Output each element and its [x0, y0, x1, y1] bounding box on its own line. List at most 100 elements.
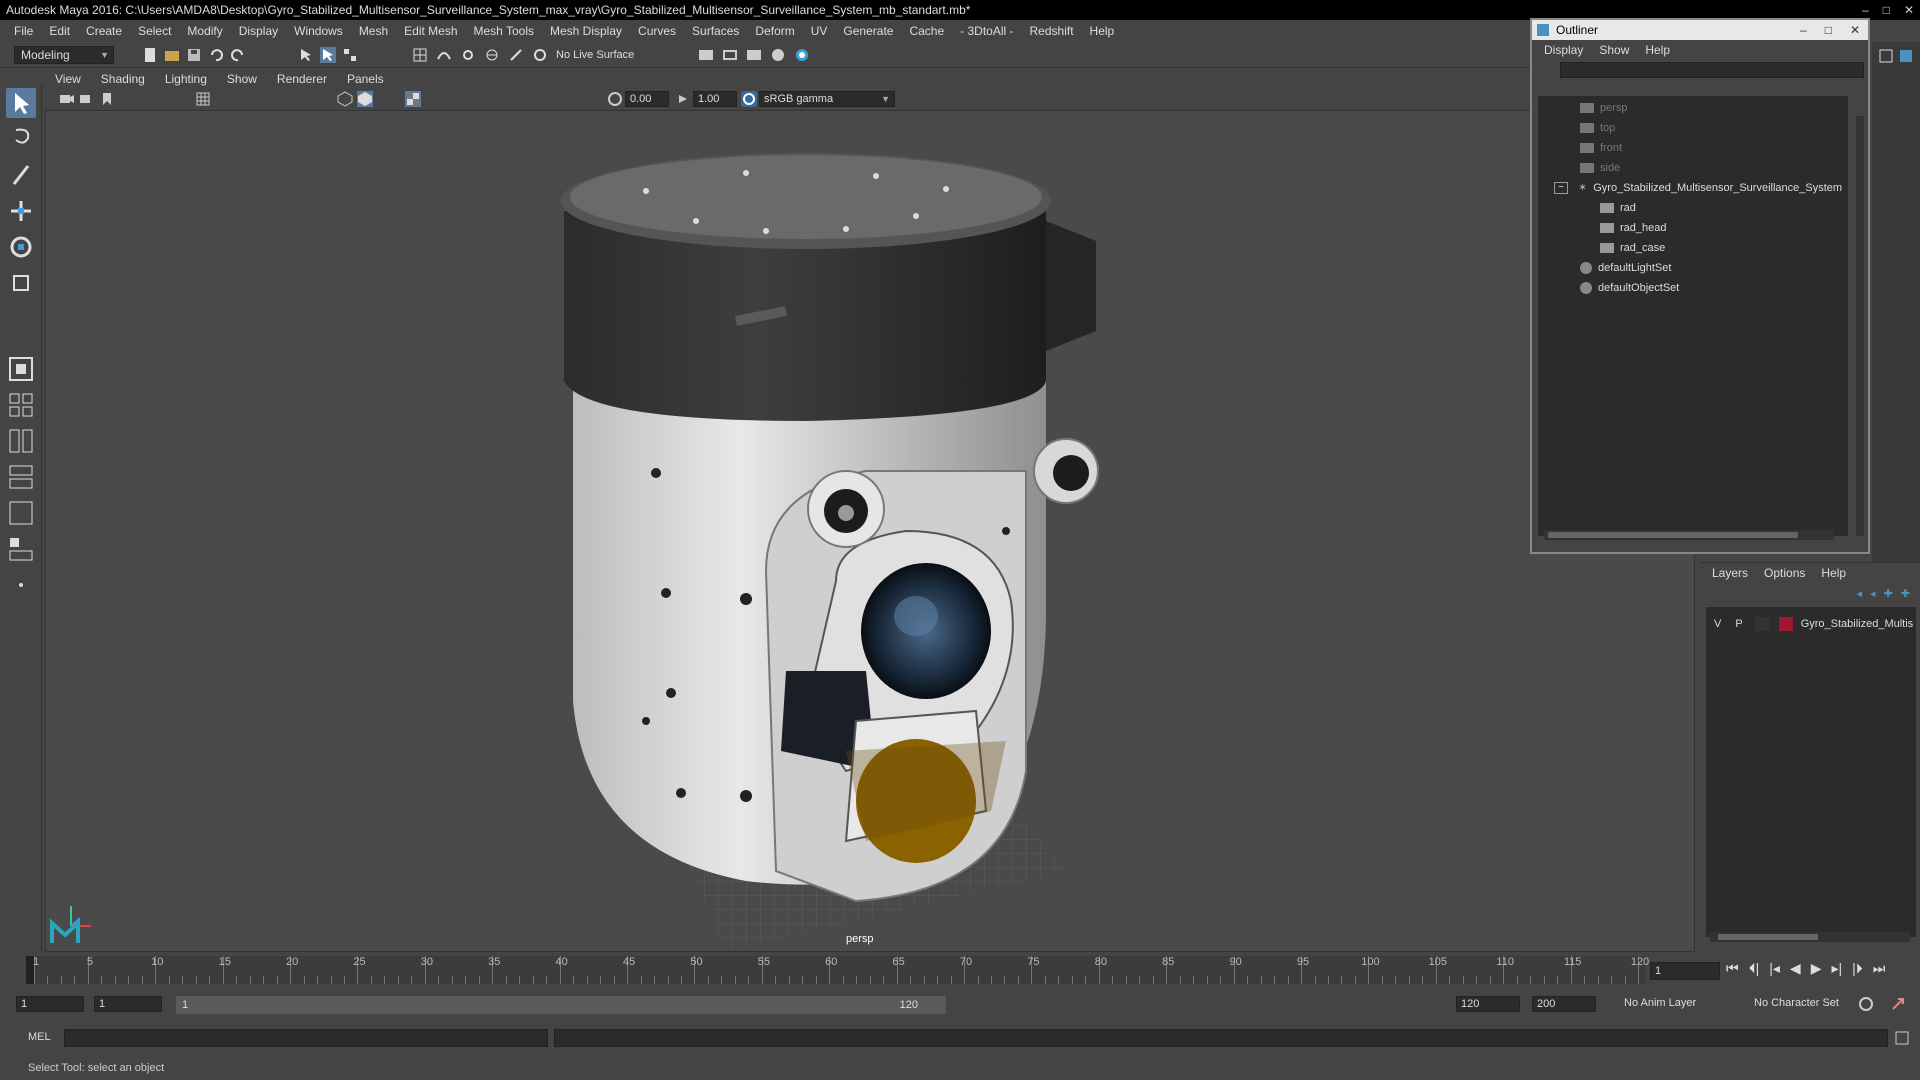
menu-generate[interactable]: Generate	[835, 24, 901, 38]
gamma-icon[interactable]	[675, 91, 691, 107]
panel-menu-panels[interactable]: Panels	[337, 72, 394, 86]
layer-menu-layers[interactable]: Layers	[1704, 566, 1756, 580]
tree-item-rad-case[interactable]: rad_case	[1600, 238, 1665, 258]
graph-pane-icon[interactable]	[6, 498, 36, 528]
menu-windows[interactable]: Windows	[286, 24, 351, 38]
script-editor-icon[interactable]	[1894, 1030, 1910, 1046]
scroll-thumb[interactable]	[1548, 532, 1798, 538]
layer-horizontal-scrollbar[interactable]	[1710, 932, 1910, 942]
layer-color-swatch[interactable]	[1778, 617, 1793, 631]
auto-key-icon[interactable]	[1858, 996, 1874, 1012]
two-pane-icon[interactable]	[6, 426, 36, 456]
textured-icon[interactable]	[405, 91, 421, 107]
time-ruler[interactable]: 1 5 10 15 20 25 30 35 40 45 50 55 60 65 70 75 80 85 90 95 10…	[26, 956, 1649, 984]
camera-select-icon[interactable]	[59, 91, 75, 107]
persp-graph-pane-icon[interactable]	[6, 534, 36, 564]
menu-uv[interactable]: UV	[803, 24, 836, 38]
snap-view-plane-icon[interactable]	[484, 47, 500, 63]
menu-file[interactable]: File	[6, 24, 41, 38]
open-scene-icon[interactable]	[164, 47, 180, 63]
layer-row[interactable]: V P Gyro_Stabilized_Multis	[1706, 615, 1916, 633]
rotate-tool-icon[interactable]	[6, 232, 36, 262]
menu-cache[interactable]: Cache	[901, 24, 952, 38]
step-forward-key-icon[interactable]: ▸|	[1831, 960, 1842, 977]
layer-menu-help[interactable]: Help	[1813, 566, 1854, 580]
render-frame-icon[interactable]	[698, 47, 714, 63]
mode-selector[interactable]: Modeling ▼	[14, 46, 114, 64]
move-tool-icon[interactable]	[6, 196, 36, 226]
go-to-end-icon[interactable]: ⏭	[1873, 960, 1886, 977]
move-layer-up-icon[interactable]: ◂	[1857, 587, 1863, 600]
outliner-search-field[interactable]	[1560, 62, 1864, 78]
tree-item-persp[interactable]: persp	[1580, 98, 1628, 118]
menu-mesh-display[interactable]: Mesh Display	[542, 24, 630, 38]
outliner-titlebar[interactable]: Outliner ‒ □ ✕	[1532, 20, 1868, 40]
outliner-close-icon[interactable]: ✕	[1850, 20, 1860, 40]
lasso-tool-icon[interactable]	[6, 124, 36, 154]
scale-tool-icon[interactable]	[6, 268, 36, 298]
outliner-pane-icon[interactable]	[6, 462, 36, 492]
menu-help[interactable]: Help	[1082, 24, 1123, 38]
new-layer-selected-icon[interactable]: ✚	[1901, 587, 1910, 600]
scene-start-field[interactable]: 1	[16, 996, 84, 1012]
exposure-field[interactable]: 0.00	[625, 91, 669, 107]
panel-menu-view[interactable]: View	[45, 72, 91, 86]
menu-redshift[interactable]: Redshift	[1022, 24, 1082, 38]
menu-display[interactable]: Display	[231, 24, 286, 38]
redshift-render-icon[interactable]	[794, 47, 810, 63]
four-pane-icon[interactable]	[6, 390, 36, 420]
gamma-field[interactable]: 1.00	[693, 91, 737, 107]
more-layouts-icon[interactable]	[6, 570, 36, 600]
tree-item-top[interactable]: top	[1580, 118, 1615, 138]
make-live-icon[interactable]	[532, 47, 548, 63]
save-scene-icon[interactable]	[186, 47, 202, 63]
select-tool-icon[interactable]	[6, 88, 36, 118]
step-back-key-icon[interactable]: |◂	[1769, 960, 1780, 977]
menu-deform[interactable]: Deform	[747, 24, 802, 38]
range-slider[interactable]: 1 120	[176, 996, 946, 1014]
tree-item-default-object-set[interactable]: defaultObjectSet	[1580, 278, 1679, 298]
perspective-viewport[interactable]: persp	[45, 110, 1695, 952]
menu-surfaces[interactable]: Surfaces	[684, 24, 747, 38]
preferences-icon[interactable]	[1890, 996, 1906, 1012]
menu-edit[interactable]: Edit	[41, 24, 78, 38]
menu-edit-mesh[interactable]: Edit Mesh	[396, 24, 465, 38]
outliner-menu-help[interactable]: Help	[1637, 43, 1678, 57]
panel-menu-shading[interactable]: Shading	[91, 72, 155, 86]
menu-select[interactable]: Select	[130, 24, 179, 38]
bookmark-icon[interactable]	[99, 91, 115, 107]
snap-point-icon[interactable]	[460, 47, 476, 63]
menu-mesh-tools[interactable]: Mesh Tools	[466, 24, 542, 38]
step-back-icon[interactable]: ⏴|	[1749, 960, 1760, 977]
camera-attributes-icon[interactable]	[79, 91, 95, 107]
outliner-horizontal-scrollbar[interactable]	[1544, 530, 1834, 540]
new-scene-icon[interactable]	[142, 47, 158, 63]
live-surface-field[interactable]: No Live Surface	[556, 47, 646, 63]
command-input[interactable]	[64, 1029, 548, 1047]
wireframe-icon[interactable]	[337, 91, 353, 107]
scene-end-field[interactable]: 200	[1532, 996, 1596, 1012]
snap-curve-icon[interactable]	[436, 47, 452, 63]
outliner-maximize-icon[interactable]: □	[1825, 20, 1832, 40]
channel-box-icon[interactable]	[1878, 48, 1894, 64]
play-forward-icon[interactable]: ▶	[1811, 960, 1822, 977]
smooth-shade-icon[interactable]	[357, 91, 373, 107]
select-object-icon[interactable]	[320, 47, 336, 63]
single-pane-icon[interactable]	[6, 354, 36, 384]
layer-name[interactable]: Gyro_Stabilized_Multis	[1801, 618, 1914, 630]
tree-item-group[interactable]: − ✶ Gyro_Stabilized_Multisensor_Surveillan…	[1554, 178, 1842, 198]
layer-menu-options[interactable]: Options	[1756, 566, 1813, 580]
outliner-menu-display[interactable]: Display	[1536, 43, 1591, 57]
playback-end-field[interactable]: 120	[1456, 996, 1520, 1012]
hypershade-icon[interactable]	[770, 47, 786, 63]
color-management-icon[interactable]	[741, 91, 757, 107]
select-component-icon[interactable]	[342, 47, 358, 63]
paint-select-tool-icon[interactable]	[6, 160, 36, 190]
colorspace-select[interactable]: sRGB gamma ▼	[759, 91, 895, 107]
step-forward-icon[interactable]: |⏵	[1852, 960, 1863, 977]
grid-toggle-icon[interactable]	[195, 91, 211, 107]
move-layer-down-icon[interactable]: ◂	[1870, 587, 1876, 600]
maximize-icon[interactable]: □	[1883, 0, 1890, 20]
select-hierarchy-icon[interactable]	[298, 47, 314, 63]
tree-item-default-light-set[interactable]: defaultLightSet	[1580, 258, 1671, 278]
